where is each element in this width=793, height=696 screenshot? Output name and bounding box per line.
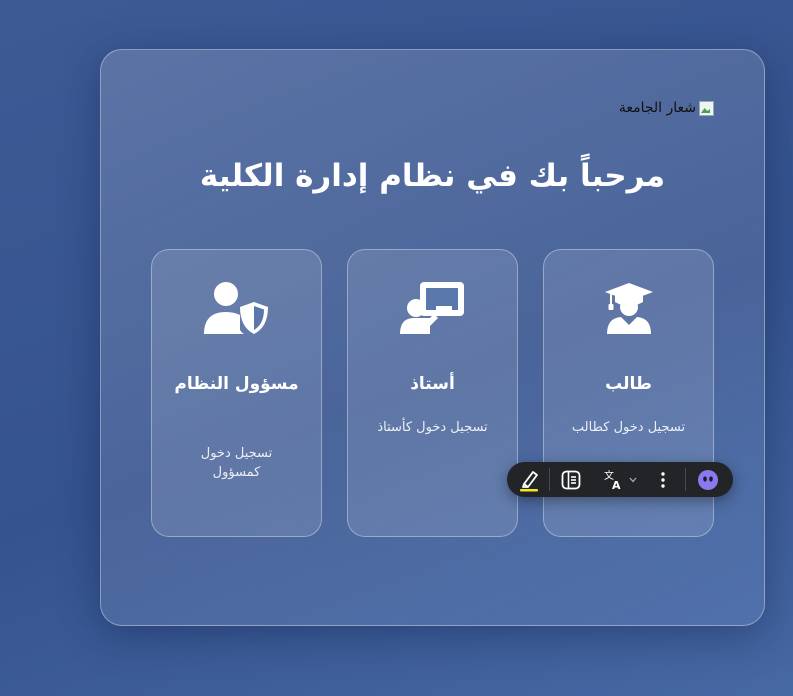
teacher-login-card[interactable]: أستاذ تسجيل دخول كأستاذ: [347, 249, 518, 537]
chevron-down-icon[interactable]: [627, 462, 639, 497]
broken-image-icon: [698, 100, 714, 116]
more-vertical-icon[interactable]: [653, 462, 673, 497]
admin-login-card[interactable]: مسؤول النظام تسجيل دخول كمسؤول: [151, 249, 322, 537]
student-card-description: تسجيل دخول كطالب: [571, 420, 686, 435]
logo-alt-text: شعار الجامعة: [618, 100, 696, 116]
admin-card-description: تسجيل دخول كمسؤول: [200, 446, 273, 480]
university-logo: شعار الجامعة: [619, 100, 714, 116]
page-title: مرحباً بك في نظام إدارة الكلية: [199, 158, 666, 194]
reader-mode-icon[interactable]: [557, 462, 585, 497]
svg-text:A: A: [612, 479, 621, 491]
admin-card-title: مسؤول النظام: [174, 374, 299, 394]
teacher-card-description: تسجيل دخول كأستاذ: [377, 420, 488, 435]
welcome-panel: شعار الجامعة مرحباً بك في نظام إدارة الك…: [100, 49, 765, 626]
graduate-icon: [544, 280, 713, 336]
floating-toolbar: 文 A: [507, 462, 733, 497]
translate-icon[interactable]: 文 A: [601, 462, 627, 497]
assistant-avatar-icon[interactable]: [693, 462, 723, 497]
teacher-card-title: أستاذ: [410, 374, 455, 394]
student-card-title: طالب: [605, 374, 652, 394]
teacher-board-icon: [348, 280, 517, 336]
admin-shield-icon: [152, 280, 321, 336]
highlighter-icon[interactable]: [513, 462, 545, 497]
